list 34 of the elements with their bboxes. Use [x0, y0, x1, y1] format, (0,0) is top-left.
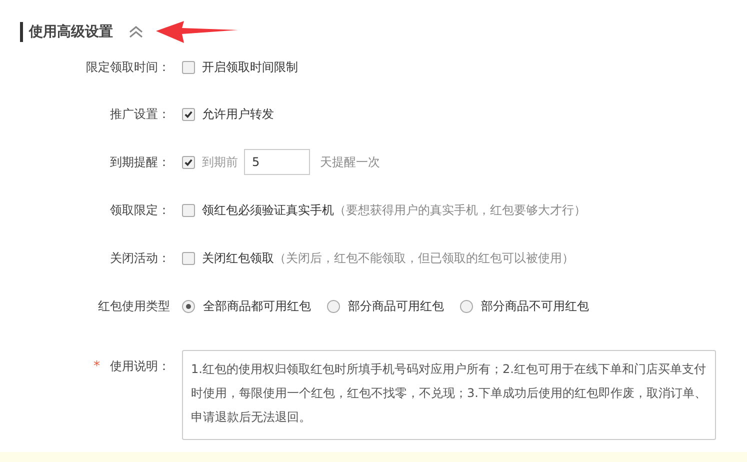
- section-marker: [20, 22, 23, 42]
- checkbox[interactable]: [182, 204, 195, 216]
- hint-text: （关闭后，红包不能领取，但已领取的红包可以被使用）: [274, 250, 574, 266]
- checkmark-icon: [184, 158, 193, 166]
- checkbox[interactable]: [182, 156, 195, 168]
- option-label: 关闭红包领取: [202, 250, 274, 266]
- collapse-icon[interactable]: [128, 25, 144, 39]
- text-area[interactable]: 1.红包的使用权归领取红包时所填手机号码对应用户所有；2.红包可用于在线下单和门店买单支付时使用，每限使用一个红包，红包不找零，不兑现；3.下单成功后使用的红包即作废，取消订单、申请退款后无法退回。: [182, 350, 716, 440]
- option-label: 到期前: [202, 154, 238, 170]
- option-label: 部分商品不可用红包: [481, 298, 589, 314]
- option-label: 部分商品可用红包: [348, 298, 444, 314]
- field-label: 限定领取时间：: [86, 58, 170, 76]
- number-field[interactable]: 5: [244, 149, 310, 175]
- field-label: 使用说明：: [110, 358, 170, 375]
- required-mark: *: [94, 359, 100, 374]
- checkbox[interactable]: [182, 60, 195, 74]
- checkmark-icon: [184, 110, 193, 118]
- field-label: 领取限定：: [110, 202, 170, 218]
- unit-label: 天提醒一次: [320, 154, 380, 170]
- option-label: 允许用户转发: [202, 106, 274, 122]
- field-label: 红包使用类型: [98, 298, 170, 314]
- hint-text: （要想获得用户的真实手机，红包要够大才行）: [334, 202, 586, 218]
- option-label: 全部商品都可用红包: [203, 298, 311, 314]
- checkbox[interactable]: [182, 108, 195, 120]
- option-label: 开启领取时间限制: [202, 58, 298, 76]
- radio-button[interactable]: [182, 300, 195, 312]
- option-label: 领红包必须验证真实手机: [202, 202, 334, 218]
- radio-button[interactable]: [327, 300, 340, 312]
- section-title: 使用高级设置: [29, 23, 113, 41]
- checkbox[interactable]: [182, 252, 195, 264]
- field-label: 关闭活动：: [110, 250, 170, 266]
- field-label: 到期提醒：: [110, 154, 170, 170]
- radio-button[interactable]: [460, 300, 473, 312]
- field-label: 推广设置：: [110, 106, 170, 122]
